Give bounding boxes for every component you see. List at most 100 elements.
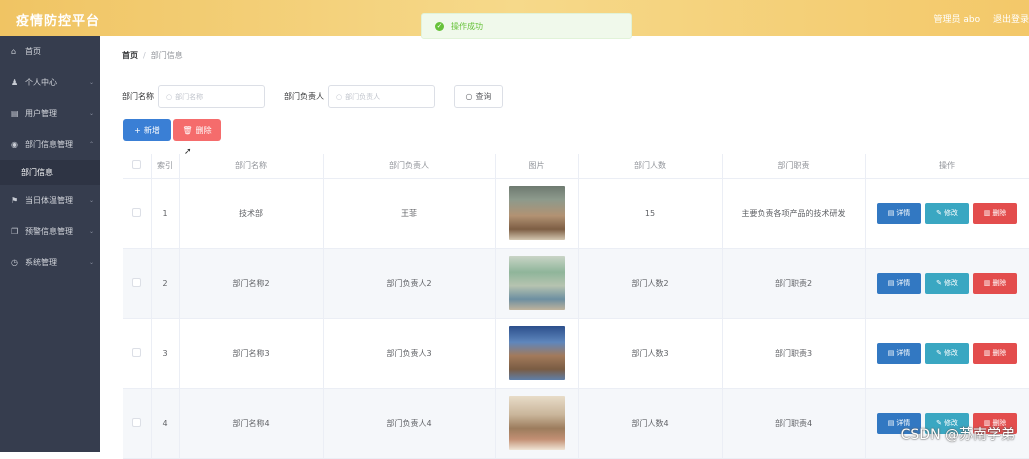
row-dept-count: 15 xyxy=(578,178,722,248)
sidebar-subitem-department-info[interactable]: 部门信息 xyxy=(0,160,100,185)
column-header: 部门名称 xyxy=(179,154,323,178)
success-toast: ✓ 操作成功 xyxy=(421,13,632,39)
row-dept-count: 部门人数3 xyxy=(578,318,722,388)
delete-button[interactable]: ▥删除 xyxy=(973,343,1017,364)
trash-icon: ▥ xyxy=(984,349,991,357)
delete-label: 删除 xyxy=(992,208,1006,218)
row-checkbox[interactable] xyxy=(132,208,141,217)
column-header: 索引 xyxy=(151,154,179,178)
trash-icon: ▥ xyxy=(984,279,991,287)
chevron-up-icon: ⌃ xyxy=(89,141,94,148)
sidebar-item-label: 当日体温管理 xyxy=(25,195,73,206)
breadcrumb-separator: / xyxy=(143,51,146,60)
check-circle-icon: ✓ xyxy=(435,22,444,31)
doc-icon: ▤ xyxy=(888,419,895,427)
row-dept-duty: 主要负责各项产品的技术研发 xyxy=(722,178,865,248)
doc-icon: ▤ xyxy=(888,209,895,217)
clock-icon: ◷ xyxy=(11,258,21,267)
trash-icon: ▥ xyxy=(984,209,991,217)
delete-label: 删除 xyxy=(992,348,1006,358)
checkbox[interactable] xyxy=(132,160,141,169)
row-dept-duty: 部门职责4 xyxy=(722,388,865,458)
sidebar-item-warning[interactable]: ❐ 预警信息管理 ⌄ xyxy=(0,216,100,247)
detail-button[interactable]: ▤详情 xyxy=(877,273,921,294)
row-index: 2 xyxy=(151,248,179,318)
row-dept-name: 部门名称3 xyxy=(179,318,323,388)
column-header: 操作 xyxy=(865,154,1029,178)
edit-button[interactable]: ✎修改 xyxy=(925,343,969,364)
home-icon: ⌂ xyxy=(11,47,21,56)
row-dept-name: 部门名称4 xyxy=(179,388,323,458)
row-dept-count: 部门人数4 xyxy=(578,388,722,458)
sidebar-item-label: 用户管理 xyxy=(25,108,57,119)
sidebar-item-system[interactable]: ◷ 系统管理 ⌄ xyxy=(0,247,100,278)
sidebar-item-label: 系统管理 xyxy=(25,257,57,268)
detail-label: 详情 xyxy=(896,208,910,218)
column-header: 部门人数 xyxy=(578,154,722,178)
sidebar-item-users[interactable]: ▤ 用户管理 ⌄ xyxy=(0,98,100,129)
logout-link[interactable]: 退出登录 xyxy=(993,15,1029,25)
breadcrumb-home[interactable]: 首页 xyxy=(122,51,138,60)
classroom-photo xyxy=(509,256,565,310)
dept-name-input[interactable]: ○ 部门名称 xyxy=(158,85,265,108)
doc-icon: ▤ xyxy=(888,279,895,287)
chevron-down-icon: ⌄ xyxy=(89,228,94,235)
dept-name-placeholder: 部门名称 xyxy=(175,92,203,102)
table-row: 2 部门名称2 部门负责人2 部门人数2 部门职责2 ▤详情 ✎修改 ▥删除 xyxy=(123,248,1029,318)
sidebar-item-label: 首页 xyxy=(25,46,41,57)
row-checkbox[interactable] xyxy=(132,418,141,427)
column-header: 部门负责人 xyxy=(323,154,495,178)
select-all-header[interactable] xyxy=(123,154,151,178)
detail-button[interactable]: ▤详情 xyxy=(877,343,921,364)
detail-label: 详情 xyxy=(896,348,910,358)
main-content: 首页 / 部门信息 部门名称 ○ 部门名称 部门负责人 ○ 部门负责人 ○ 查询 +… xyxy=(100,36,1029,452)
table-row: 4 部门名称4 部门负责人4 部门人数4 部门职责4 ▤详情 ✎修改 ▥删除 xyxy=(123,388,1029,458)
classroom-photo xyxy=(509,186,565,240)
sidebar-item-personal[interactable]: ♟ 个人中心 ⌄ xyxy=(0,67,100,98)
dept-head-input[interactable]: ○ 部门负责人 xyxy=(328,85,435,108)
search-icon: ○ xyxy=(166,93,172,101)
add-button-label: 新增 xyxy=(144,125,160,136)
delete-button[interactable]: ▥删除 xyxy=(973,203,1017,224)
search-bar: 部门名称 ○ 部门名称 部门负责人 ○ 部门负责人 ○ 查询 xyxy=(122,85,503,108)
sidebar-item-department[interactable]: ◉ 部门信息管理 ⌃ xyxy=(0,129,100,160)
sidebar-item-label: 部门信息管理 xyxy=(25,139,73,150)
sidebar-item-label: 个人中心 xyxy=(25,77,57,88)
department-table: 索引 部门名称 部门负责人 图片 部门人数 部门职责 操作 1 技术部 王菲 1… xyxy=(123,154,1029,459)
column-header: 部门职责 xyxy=(722,154,865,178)
flag-icon: ⚑ xyxy=(11,196,21,205)
row-dept-duty: 部门职责2 xyxy=(722,248,865,318)
row-checkbox[interactable] xyxy=(132,278,141,287)
breadcrumb-current: 部门信息 xyxy=(151,51,183,60)
edit-label: 修改 xyxy=(944,278,958,288)
row-index: 4 xyxy=(151,388,179,458)
sidebar-item-temperature[interactable]: ⚑ 当日体温管理 ⌄ xyxy=(0,185,100,216)
detail-button[interactable]: ▤详情 xyxy=(877,203,921,224)
breadcrumb: 首页 / 部门信息 xyxy=(122,50,183,61)
row-dept-count: 部门人数2 xyxy=(578,248,722,318)
sidebar-item-home[interactable]: ⌂ 首页 xyxy=(0,36,100,67)
app-title: 疫情防控平台 xyxy=(16,10,100,29)
add-button[interactable]: + 新增 xyxy=(123,119,171,141)
delete-label: 删除 xyxy=(992,278,1006,288)
delete-button[interactable]: ▥删除 xyxy=(973,273,1017,294)
detail-label: 详情 xyxy=(896,278,910,288)
sidebar-item-label: 预警信息管理 xyxy=(25,226,73,237)
row-dept-head: 部门负责人2 xyxy=(323,248,495,318)
plus-icon: + xyxy=(134,126,141,135)
edit-button[interactable]: ✎修改 xyxy=(925,273,969,294)
query-button[interactable]: ○ 查询 xyxy=(454,85,503,108)
pencil-icon: ✎ xyxy=(936,349,942,357)
list-icon: ▤ xyxy=(11,109,21,118)
dept-name-label: 部门名称 xyxy=(122,91,154,102)
dept-head-placeholder: 部门负责人 xyxy=(345,92,380,102)
row-index: 3 xyxy=(151,318,179,388)
doc-icon: ▤ xyxy=(888,349,895,357)
trash-icon: 🗑 xyxy=(182,126,192,135)
batch-delete-button[interactable]: 🗑 删除 xyxy=(173,119,221,141)
classroom-photo xyxy=(509,396,565,450)
edit-button[interactable]: ✎修改 xyxy=(925,203,969,224)
row-dept-head: 部门负责人3 xyxy=(323,318,495,388)
chevron-down-icon: ⌄ xyxy=(89,110,94,117)
row-checkbox[interactable] xyxy=(132,348,141,357)
